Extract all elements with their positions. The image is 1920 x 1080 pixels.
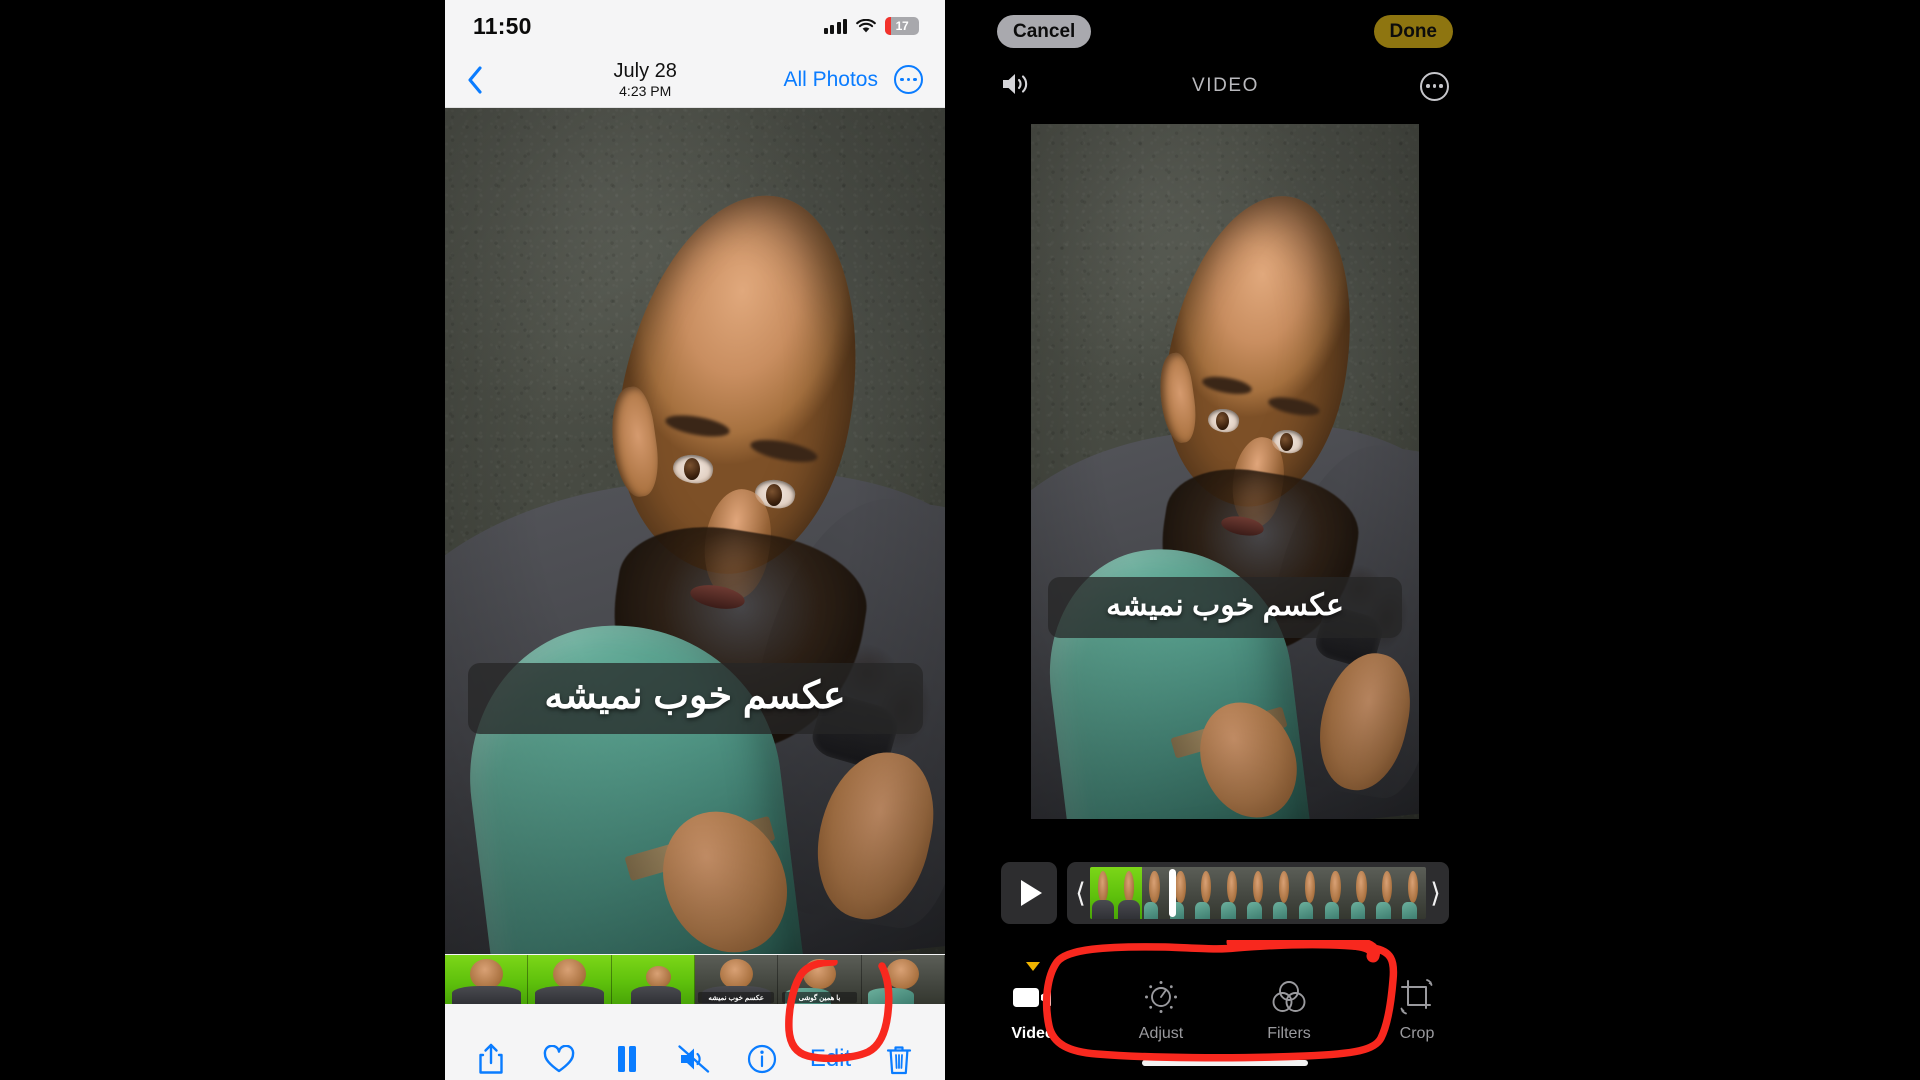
favorite-button[interactable]: [539, 1037, 579, 1080]
done-button[interactable]: Done: [1373, 14, 1453, 48]
screenshot-stage: 11:50 17 July 28 4:23 PM All Photos عکسم…: [0, 0, 1920, 1080]
battery-level-text: 17: [895, 19, 909, 33]
pause-icon: [617, 1046, 636, 1072]
audio-toggle-button[interactable]: [1001, 71, 1031, 102]
trash-icon: [886, 1045, 912, 1074]
photo-action-toolbar: Edit: [445, 1004, 945, 1080]
tool-label: Adjust: [1138, 1024, 1184, 1042]
nav-bar: July 28 4:23 PM All Photos: [445, 52, 945, 108]
edit-button[interactable]: Edit: [810, 1045, 851, 1073]
filmstrip-frame[interactable]: [861, 955, 945, 1004]
share-icon: [479, 1043, 503, 1074]
timeline-thumbnails[interactable]: [1090, 867, 1426, 919]
heart-icon: [543, 1044, 575, 1072]
timeline-frame[interactable]: [1374, 867, 1401, 919]
tool-label: Filters: [1267, 1024, 1311, 1042]
editor-header: VIDEO: [975, 62, 1475, 110]
timeline-frame[interactable]: [1090, 867, 1116, 919]
tool-crop[interactable]: Crop: [1379, 978, 1455, 1043]
timeline-frame[interactable]: [1296, 867, 1323, 919]
adjust-dial-icon: [1139, 978, 1183, 1016]
ellipsis-circle-icon[interactable]: [894, 65, 923, 94]
filters-circles-icon: [1267, 978, 1311, 1016]
timeline-frame[interactable]: [1270, 867, 1297, 919]
video-caption-overlay: عکسم خوب نمیشه: [1048, 576, 1402, 639]
pause-button[interactable]: [607, 1037, 647, 1080]
caption-text: عکسم خوب نمیشه: [1106, 588, 1344, 622]
mute-button[interactable]: [674, 1037, 714, 1080]
speaker-wave-icon: [1003, 73, 1028, 94]
cancel-button[interactable]: Cancel: [997, 14, 1092, 48]
filmstrip-frame[interactable]: با همین گوشی: [778, 955, 862, 1004]
play-button[interactable]: [1001, 862, 1057, 924]
video-editor-panel: Cancel Done VIDEO عکسم خوب نمیشه ⟨ ⟩ Vid…: [975, 0, 1475, 1080]
photo-viewer[interactable]: عکسم خوب نمیشه: [445, 108, 945, 954]
battery-low-icon: 17: [885, 17, 919, 35]
all-photos-button[interactable]: All Photos: [783, 68, 878, 92]
photos-viewer-panel: 11:50 17 July 28 4:23 PM All Photos عکسم…: [445, 0, 945, 1080]
info-circle-icon: [747, 1044, 777, 1074]
timeline-frame[interactable]: [1219, 867, 1246, 919]
tool-label: Video: [1011, 1024, 1055, 1042]
filmstrip-frame[interactable]: [528, 955, 612, 1004]
tool-adjust[interactable]: Adjust: [1123, 978, 1199, 1043]
delete-button[interactable]: [879, 1037, 919, 1080]
playhead[interactable]: [1168, 869, 1176, 917]
timeline-frame[interactable]: [1245, 867, 1271, 919]
video-preview[interactable]: عکسم خوب نمیشه: [1031, 124, 1419, 819]
editor-top-bar: Cancel Done: [975, 0, 1475, 62]
timeline-strip[interactable]: ⟨ ⟩: [1067, 862, 1449, 924]
crop-rotate-icon: [1395, 978, 1439, 1016]
video-caption-overlay: عکسم خوب نمیشه: [467, 663, 923, 735]
status-bar: 11:50 17: [445, 0, 945, 52]
timeline-frame[interactable]: [1141, 867, 1168, 919]
wifi-icon: [856, 18, 876, 34]
info-button[interactable]: [742, 1037, 782, 1080]
media-title: July 28 4:23 PM: [507, 59, 783, 99]
tool-video[interactable]: Video: [995, 961, 1071, 1043]
share-button[interactable]: [471, 1037, 511, 1080]
caption-text: عکسم خوب نمیشه: [544, 675, 846, 718]
home-indicator: [1142, 1060, 1308, 1066]
tool-label: Crop: [1399, 1024, 1435, 1042]
filmstrip-frame-caption: با همین گوشی: [781, 992, 858, 1003]
status-bar-time: 11:50: [473, 12, 532, 39]
cellular-signal-icon: [823, 18, 847, 34]
media-date: July 28: [613, 59, 677, 82]
filmstrip-frame[interactable]: [445, 955, 529, 1004]
editor-tool-bar: Video Adjust Filters Crop: [975, 960, 1475, 1060]
filmstrip-frame[interactable]: [611, 955, 695, 1004]
media-time: 4:23 PM: [619, 82, 672, 99]
video-scrubber[interactable]: ⟨ ⟩: [1001, 862, 1449, 924]
play-icon: [1020, 880, 1042, 906]
timeline-frame[interactable]: [1193, 867, 1220, 919]
speaker-mute-icon: [678, 1045, 710, 1073]
video-camera-icon: [1011, 978, 1055, 1016]
chevron-left-icon: [468, 65, 482, 94]
back-button[interactable]: [467, 65, 507, 94]
filmstrip-frame[interactable]: عکسم خوب نمیشه: [694, 955, 779, 1004]
tool-filters[interactable]: Filters: [1251, 978, 1327, 1043]
filmstrip-frame-caption: عکسم خوب نمیشه: [698, 992, 775, 1003]
trim-start-handle[interactable]: ⟨: [1071, 879, 1090, 907]
trim-end-handle[interactable]: ⟩: [1426, 879, 1445, 907]
active-tool-caret-icon: [1026, 961, 1040, 971]
timeline-frame[interactable]: [1322, 867, 1349, 919]
timeline-frame[interactable]: [1400, 867, 1426, 919]
ellipsis-circle-icon[interactable]: [1420, 71, 1449, 101]
photo-image: [445, 108, 945, 954]
video-frame-image: [1031, 124, 1419, 819]
photo-filmstrip[interactable]: عکسم خوب نمیشه با همین گوشی: [445, 954, 945, 1004]
editor-mode-title: VIDEO: [1191, 75, 1260, 96]
timeline-frame[interactable]: [1115, 867, 1142, 919]
status-bar-indicators: 17: [823, 17, 919, 35]
timeline-frame[interactable]: [1348, 867, 1375, 919]
